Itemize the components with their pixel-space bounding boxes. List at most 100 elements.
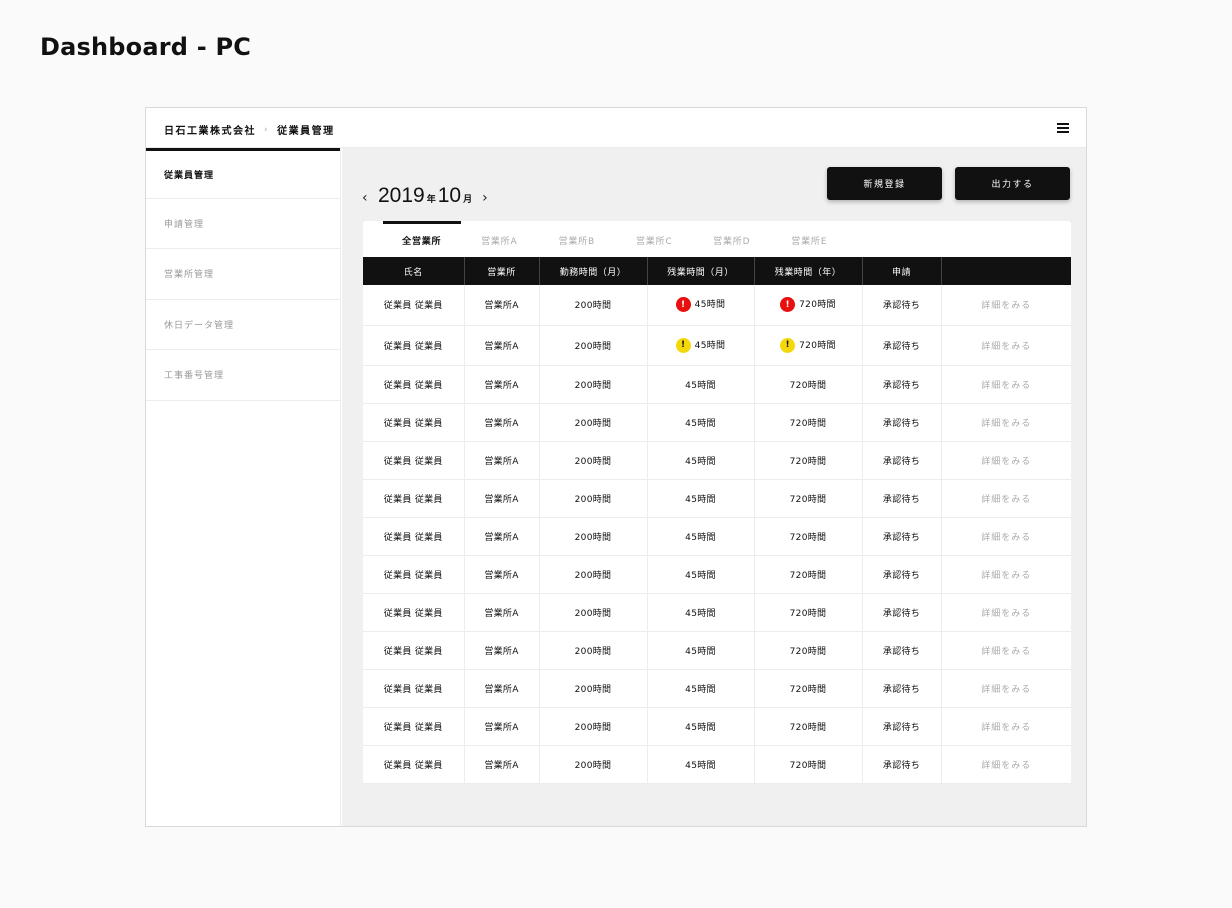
cell-office: 営業所A xyxy=(484,570,519,581)
tab-office-c[interactable]: 営業所C xyxy=(616,221,694,257)
view-details-link[interactable]: 詳細をみる xyxy=(981,457,1031,467)
cell-overtime-month: 45時間 xyxy=(685,570,716,581)
cell-name-container: 従業員 従業員 xyxy=(363,517,465,556)
export-button[interactable]: 出力する xyxy=(955,167,1070,200)
cell-office-container: 営業所A xyxy=(464,325,540,366)
column-header-work-hours: 勤務時間（月） xyxy=(539,257,648,285)
view-details-link-container: 詳細をみる xyxy=(941,479,1071,518)
next-month-icon[interactable]: › xyxy=(482,190,498,206)
year-unit: 年 xyxy=(426,195,436,205)
cell-work-hours-container: 200時間 xyxy=(539,669,648,708)
cell-work-hours-container: 200時間 xyxy=(539,285,648,326)
breadcrumb: 日石工業株式会社 › 従業員管理 xyxy=(164,122,335,138)
cell-application-status-container: 承認待ち xyxy=(862,745,942,784)
cell-name-container: 従業員 従業員 xyxy=(363,593,465,632)
cell-overtime-year-container: 720時間 xyxy=(754,593,863,632)
cell-overtime-month: 45時間 xyxy=(685,608,716,619)
tab-office-b[interactable]: 営業所B xyxy=(538,221,616,257)
cell-overtime-year: 720時間 xyxy=(789,646,827,657)
cell-name-container: 従業員 従業員 xyxy=(363,707,465,746)
tab-office-e[interactable]: 営業所E xyxy=(771,221,849,257)
sidebar-item-employees[interactable]: 従業員管理 xyxy=(146,148,340,199)
warning-alert-icon: ! xyxy=(675,337,691,353)
sidebar-item-holidays[interactable]: 休日データ管理 xyxy=(146,300,340,350)
view-details-link-container: 詳細をみる xyxy=(941,593,1071,632)
cell-overtime-month: 45時間 xyxy=(694,340,726,351)
cell-overtime-year-container: 720時間 xyxy=(754,479,863,518)
tab-office-a[interactable]: 営業所A xyxy=(461,221,539,257)
year-value: 2019 xyxy=(378,184,425,207)
cell-overtime-month-container: 45時間 xyxy=(647,631,755,670)
cell-work-hours: 200時間 xyxy=(574,532,612,543)
cell-name-container: 従業員 従業員 xyxy=(363,365,465,404)
prev-month-icon[interactable]: ‹ xyxy=(362,190,378,206)
cell-application-status: 承認待ち xyxy=(882,418,921,429)
cell-overtime-month: 45時間 xyxy=(685,380,716,391)
cell-overtime-year: 720時間 xyxy=(789,418,827,429)
breadcrumb-separator-icon: › xyxy=(264,124,270,135)
view-details-link[interactable]: 詳細をみる xyxy=(981,301,1031,311)
tab-office-d[interactable]: 営業所D xyxy=(693,221,771,257)
cell-application-status-container: 承認待ち xyxy=(862,365,942,404)
cell-overtime-month: 45時間 xyxy=(685,646,716,657)
view-details-link-container: 詳細をみる xyxy=(941,325,1071,366)
table-row: 従業員 従業員 営業所A 200時間 45時間 720時間 承認待ち 詳細をみる xyxy=(363,593,1071,632)
cell-overtime-month: 45時間 xyxy=(685,722,716,733)
view-details-link[interactable]: 詳細をみる xyxy=(981,419,1031,429)
cell-work-hours: 200時間 xyxy=(574,608,612,619)
breadcrumb-company[interactable]: 日石工業株式会社 xyxy=(164,122,256,137)
table-body: 従業員 従業員 営業所A 200時間! 45時間! 720時間 承認待ち 詳細をみる 従業員 … xyxy=(363,285,1071,784)
cell-application-status-container: 承認待ち xyxy=(862,517,942,556)
cell-application-status-container: 承認待ち xyxy=(862,403,942,442)
cell-overtime-month-container: 45時間 xyxy=(647,555,755,594)
cell-work-hours: 200時間 xyxy=(574,722,612,733)
table-row: 従業員 従業員 営業所A 200時間 45時間 720時間 承認待ち 詳細をみる xyxy=(363,441,1071,480)
view-details-link[interactable]: 詳細をみる xyxy=(981,685,1031,695)
cell-name-container: 従業員 従業員 xyxy=(363,745,465,784)
cell-office-container: 営業所A xyxy=(464,745,540,784)
cell-overtime-month-container: 45時間 xyxy=(647,669,755,708)
view-details-link[interactable]: 詳細をみる xyxy=(981,342,1031,352)
tab-all-offices[interactable]: 全営業所 xyxy=(383,221,461,257)
view-details-link[interactable]: 詳細をみる xyxy=(981,495,1031,505)
cell-name-container: 従業員 従業員 xyxy=(363,441,465,480)
month-navigator: ‹ 2019 年 10 月 › xyxy=(362,184,498,208)
cell-application-status: 承認待ち xyxy=(882,532,921,543)
cell-office: 営業所A xyxy=(484,608,519,619)
view-details-link[interactable]: 詳細をみる xyxy=(981,723,1031,733)
cell-office: 営業所A xyxy=(484,380,519,391)
view-details-link[interactable]: 詳細をみる xyxy=(981,533,1031,543)
view-details-link[interactable]: 詳細をみる xyxy=(981,647,1031,657)
table-row: 従業員 従業員 営業所A 200時間 45時間 720時間 承認待ち 詳細をみる xyxy=(363,517,1071,556)
cell-work-hours: 200時間 xyxy=(574,494,612,505)
new-registration-button[interactable]: 新規登録 xyxy=(827,167,942,200)
cell-application-status-container: 承認待ち xyxy=(862,325,942,366)
view-details-link-container: 詳細をみる xyxy=(941,365,1071,404)
table-row: 従業員 従業員 営業所A 200時間 45時間 720時間 承認待ち 詳細をみる xyxy=(363,403,1071,442)
cell-office: 営業所A xyxy=(484,760,519,771)
cell-work-hours-container: 200時間 xyxy=(539,745,648,784)
cell-work-hours: 200時間 xyxy=(574,570,612,581)
hamburger-menu-icon[interactable] xyxy=(1057,123,1069,133)
view-details-link[interactable]: 詳細をみる xyxy=(981,761,1031,771)
main-content: ‹ 2019 年 10 月 › 新規登録 出力する 全営業所 営業所A 営業所B… xyxy=(342,148,1086,826)
cell-overtime-year: 720時間 xyxy=(789,760,827,771)
cell-overtime-year-container: 720時間 xyxy=(754,669,863,708)
cell-application-status-container: 承認待ち xyxy=(862,555,942,594)
cell-overtime-month: 45時間 xyxy=(685,532,716,543)
sidebar-item-applications[interactable]: 申請管理 xyxy=(146,199,340,249)
cell-overtime-year: 720時間 xyxy=(799,300,836,311)
cell-application-status: 承認待ち xyxy=(882,380,921,391)
sidebar-item-offices[interactable]: 営業所管理 xyxy=(146,249,340,300)
cell-name-container: 従業員 従業員 xyxy=(363,479,465,518)
sidebar-item-work-numbers[interactable]: 工事番号管理 xyxy=(146,350,340,401)
cell-application-status-container: 承認待ち xyxy=(862,707,942,746)
view-details-link[interactable]: 詳細をみる xyxy=(981,609,1031,619)
cell-work-hours-container: 200時間 xyxy=(539,365,648,404)
cell-work-hours: 200時間 xyxy=(574,456,612,467)
table-row: 従業員 従業員 営業所A 200時間! 45時間! 720時間 承認待ち 詳細をみる xyxy=(363,325,1071,366)
cell-overtime-month-container: 45時間 xyxy=(647,365,755,404)
view-details-link-container: 詳細をみる xyxy=(941,669,1071,708)
view-details-link[interactable]: 詳細をみる xyxy=(981,571,1031,581)
view-details-link[interactable]: 詳細をみる xyxy=(981,381,1031,391)
